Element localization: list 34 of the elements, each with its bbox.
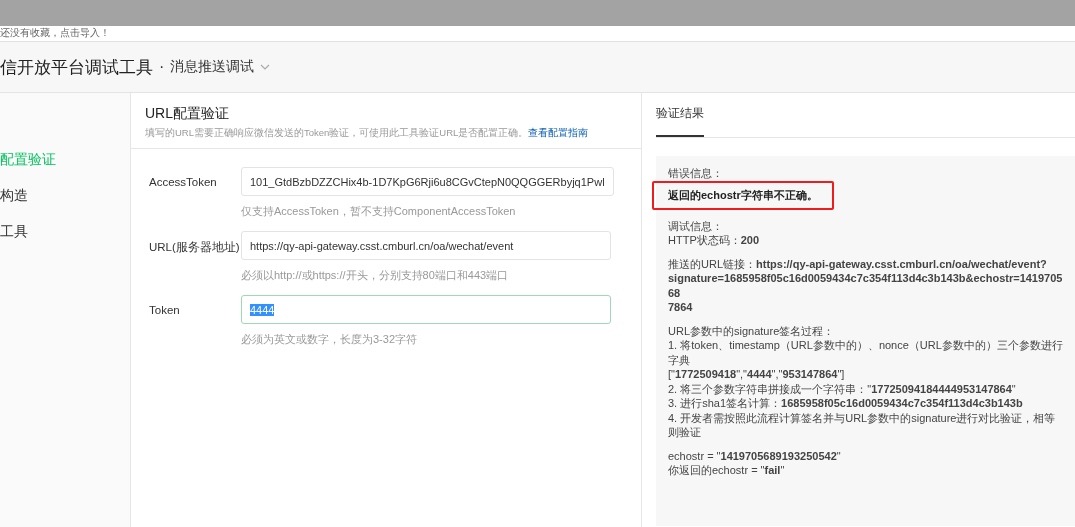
field-hint: 仅支持AccessToken，暂不支持ComponentAccessToken [241, 204, 517, 219]
input-field[interactable]: https://qy-api-gateway.csst.cmburl.cn/oa/wechat/event [241, 231, 611, 260]
field-hint: 必须以http://或https://开头，分别支持80端口和443端口 [241, 268, 510, 283]
result-line: 4. 开发者需按照此流程计算签名并与URL参数中的signature进行对比验证，相等则验证 [668, 410, 1057, 440]
result-line: 7864 [668, 300, 694, 315]
result-tab[interactable]: 验证结果 [656, 106, 704, 137]
field-label: Token [149, 303, 181, 318]
field-label: URL(服务器地址) [149, 240, 241, 255]
result-line: 3. 进行sha1签名计算：1685958f05c16d0059434c7c354f113d4c3b143b [668, 396, 1024, 411]
app-title: 信开放平台调试工具 [0, 56, 153, 79]
section-title: URL配置验证 [145, 105, 230, 123]
field-label: AccessToken [149, 175, 218, 190]
input-field[interactable]: 101_GtdBzbDZZCHix4b-1D7KpG6Rji6u8CGvCtepN0QQGGERbyjq1Pwl [241, 167, 614, 196]
page-switcher[interactable]: 消息推送调试 [170, 58, 271, 76]
result-line: 你返回的echostr = "fail" [668, 463, 786, 478]
result-line: 推送的URL链接：https://qy-api-gateway.csst.cmburl.cn/oa/wechat/event? [668, 256, 1048, 271]
result-line: 1. 将token、timestamp（URL参数中的）、nonce（URL参数中的）三个参数进行字典 [668, 338, 1064, 367]
error-label: 错误信息： [668, 166, 724, 181]
chevron-down-icon [260, 64, 271, 70]
title-separator: · [159, 58, 165, 76]
result-line: ["1772509418","4444","953147864"] [668, 367, 846, 382]
result-line: HTTP状态码：200 [668, 233, 761, 248]
section-description: 填写的URL需要正确响应微信发送的Token验证，可使用此工具验证URL是否配置正确。 [145, 127, 529, 138]
notice-text: 还没有收藏，点击导入！ [0, 27, 110, 38]
field-hint: 必须为英文或数字，长度为3-32字符 [241, 332, 419, 347]
result-line: 调试信息： [668, 218, 724, 233]
sidebar-item[interactable]: 构造 [0, 187, 130, 205]
result-line: signature=1685958f05c16d0059434c7c354f113d4c3b143b&echostr=141970568 [668, 271, 1064, 300]
sidebar-item[interactable]: 工具 [0, 223, 130, 241]
guide-link[interactable]: 查看配置指南 [528, 127, 589, 138]
result-line: URL参数中的signature签名过程： [668, 323, 836, 338]
error-message: 返回的echostr字符串不正确。 [652, 180, 834, 210]
result-line: 2. 将三个参数字符串拼接成一个字符串："17725094184444953147864" [668, 381, 1017, 396]
result-line: echostr = "1419705689193250542" [668, 448, 842, 463]
